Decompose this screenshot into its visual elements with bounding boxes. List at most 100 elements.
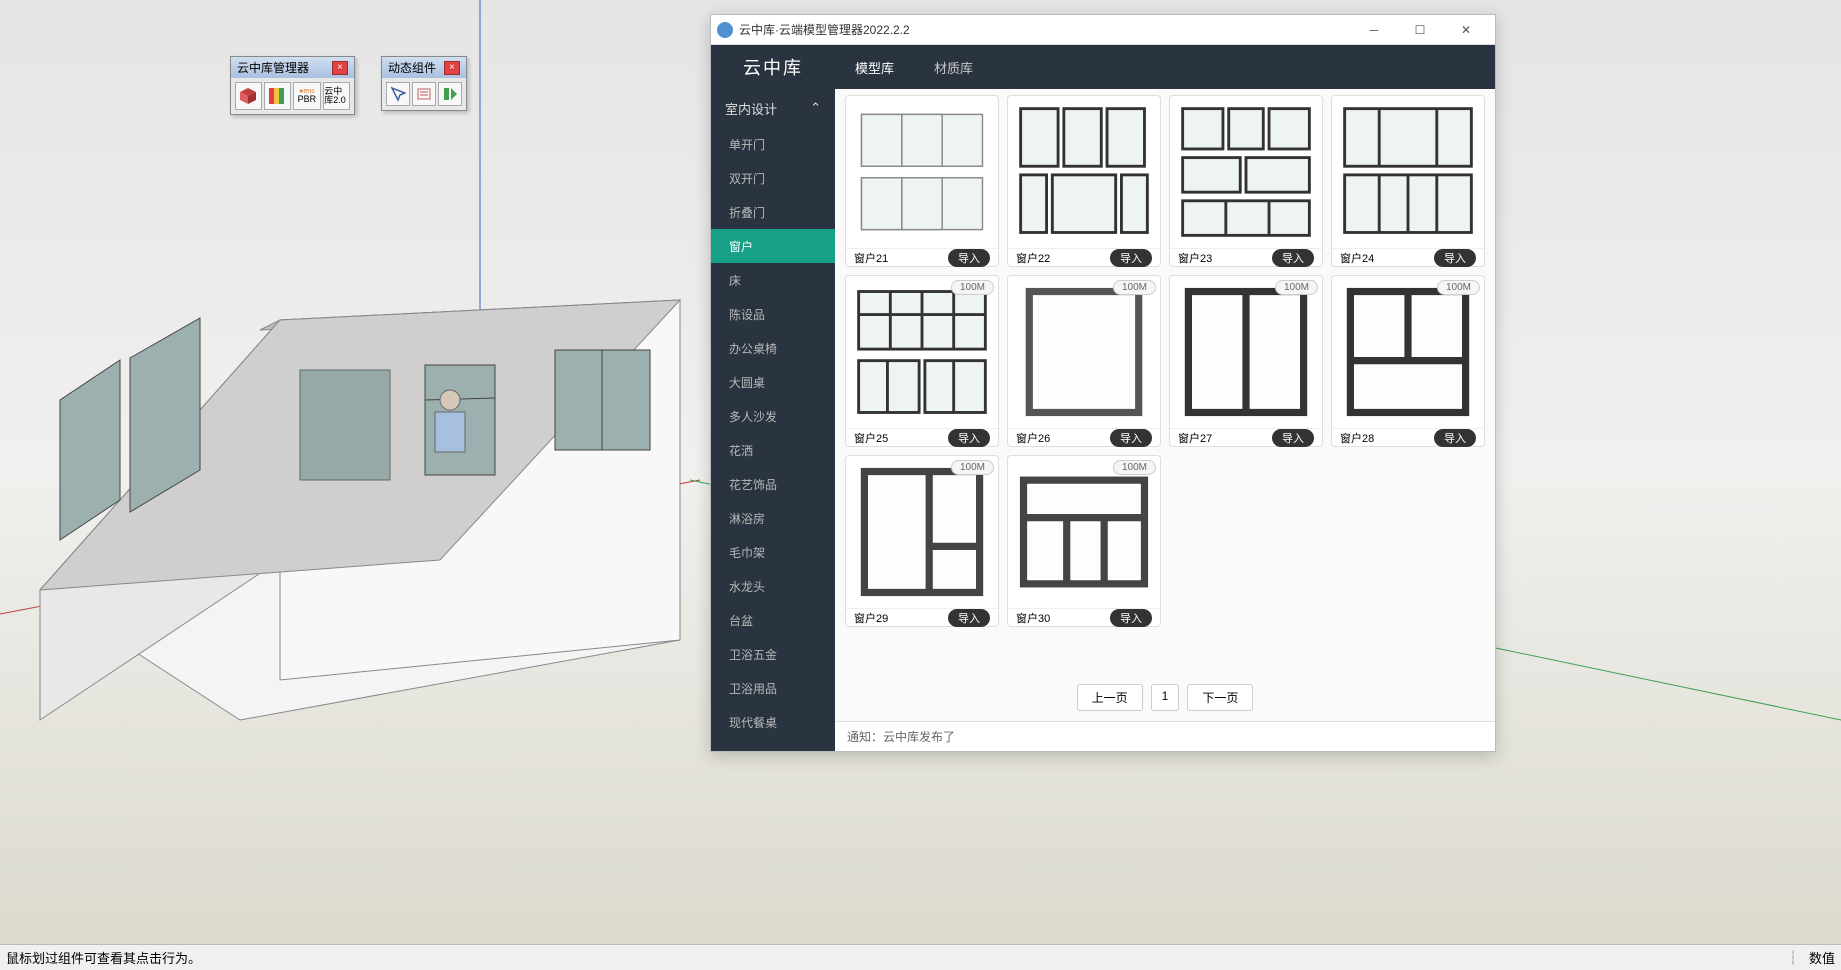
import-button[interactable]: 导入 — [1110, 429, 1152, 447]
toolbar-yzk-button[interactable]: 云中库2.0 — [323, 82, 350, 110]
model-name: 窗户25 — [854, 430, 888, 446]
status-prefix: 通知： — [847, 728, 883, 745]
model-card[interactable]: 100M 窗户29 导入 — [845, 455, 999, 627]
statusbar-divider: ┆ — [1789, 950, 1797, 966]
tab-models[interactable]: 模型库 — [835, 45, 914, 89]
toolbar-titlebar[interactable]: 动态组件 × — [382, 57, 466, 78]
next-page-button[interactable]: 下一页 — [1187, 684, 1253, 711]
model-thumbnail: 100M — [1170, 276, 1322, 428]
sidebar-item[interactable]: 淋浴房 — [711, 501, 835, 535]
import-button[interactable]: 导入 — [1110, 249, 1152, 267]
sidebar-item[interactable]: 多人沙发 — [711, 399, 835, 433]
model-name: 窗户29 — [854, 610, 888, 626]
sidebar-item[interactable]: 毛巾架 — [711, 535, 835, 569]
model-card[interactable]: 窗户23 导入 — [1169, 95, 1323, 267]
cloud-statusbar: 通知： 云中库发布了 — [835, 721, 1495, 751]
sidebar-item[interactable]: 办公桌椅 — [711, 331, 835, 365]
model-card[interactable]: 100M 窗户28 导入 — [1331, 275, 1485, 447]
model-size-badge: 100M — [951, 280, 994, 295]
toolbar-dynamic-component[interactable]: 动态组件 × — [381, 56, 467, 111]
import-button[interactable]: 导入 — [948, 429, 990, 447]
model-footer: 窗户29 导入 — [846, 608, 998, 627]
model-name: 窗户21 — [854, 250, 888, 266]
model-card[interactable]: 窗户24 导入 — [1331, 95, 1485, 267]
close-icon[interactable]: × — [444, 61, 460, 75]
sidebar-item[interactable]: 小便池 — [711, 739, 835, 751]
interact-icon[interactable] — [386, 82, 410, 106]
pagination: 上一页 1 下一页 — [835, 674, 1495, 721]
cloud-header: 云中库 模型库 材质库 — [711, 45, 1495, 89]
model-size-badge: 100M — [1275, 280, 1318, 295]
model-thumbnail: 100M — [1008, 276, 1160, 428]
model-footer: 窗户25 导入 — [846, 428, 998, 447]
model-size-badge: 100M — [951, 460, 994, 475]
dialog-titlebar[interactable]: 云中库·云端模型管理器2022.2.2 ─ ☐ ✕ — [711, 15, 1495, 45]
sidebar-item[interactable]: 现代餐桌 — [711, 705, 835, 739]
app-statusbar: 鼠标划过组件可查看其点击行为。 ┆ 数值 — [0, 944, 1841, 970]
model-footer: 窗户21 导入 — [846, 248, 998, 267]
model-size-badge: 100M — [1113, 460, 1156, 475]
import-button[interactable]: 导入 — [948, 609, 990, 627]
chevron-up-icon: ⌃ — [810, 100, 821, 116]
model-footer: 窗户24 导入 — [1332, 248, 1484, 267]
import-button[interactable]: 导入 — [1434, 429, 1476, 447]
toolbar-pbr-button[interactable]: ●ens PBR — [293, 82, 322, 110]
sidebar-item[interactable]: 大圆桌 — [711, 365, 835, 399]
minimize-button[interactable]: ─ — [1351, 16, 1397, 44]
maximize-button[interactable]: ☐ — [1397, 16, 1443, 44]
model-footer: 窗户27 导入 — [1170, 428, 1322, 447]
sidebar-item[interactable]: 卫浴五金 — [711, 637, 835, 671]
model-footer: 窗户22 导入 — [1008, 248, 1160, 267]
import-button[interactable]: 导入 — [1272, 429, 1314, 447]
model-thumbnail — [846, 96, 998, 248]
sidebar-item[interactable]: 花艺饰品 — [711, 467, 835, 501]
import-button[interactable]: 导入 — [948, 249, 990, 267]
import-button[interactable]: 导入 — [1110, 609, 1152, 627]
import-button[interactable]: 导入 — [1434, 249, 1476, 267]
cloud-content: 窗户21 导入 窗户22 导入 窗户23 导入 窗户24 导入 100M 窗户2… — [835, 89, 1495, 751]
close-button[interactable]: ✕ — [1443, 16, 1489, 44]
status-text: 云中库发布了 — [883, 728, 955, 745]
toolbar-rainbow-icon[interactable] — [264, 82, 291, 110]
sidebar-item[interactable]: 台盆 — [711, 603, 835, 637]
toolbar-cloud-library-manager[interactable]: 云中库管理器 × ●ens PBR 云中库2.0 — [230, 56, 355, 115]
sidebar-item[interactable]: 花洒 — [711, 433, 835, 467]
sidebar-item[interactable]: 窗户 — [711, 229, 835, 263]
sidebar-item[interactable]: 陈设品 — [711, 297, 835, 331]
sidebar-item[interactable]: 卫浴用品 — [711, 671, 835, 705]
sidebar-category-header[interactable]: 室内设计 ⌃ — [711, 89, 835, 127]
model-card[interactable]: 100M 窗户25 导入 — [845, 275, 999, 447]
play-icon[interactable] — [438, 82, 462, 106]
model-card[interactable]: 窗户22 导入 — [1007, 95, 1161, 267]
model-grid: 窗户21 导入 窗户22 导入 窗户23 导入 窗户24 导入 100M 窗户2… — [835, 89, 1495, 674]
model-name: 窗户30 — [1016, 610, 1050, 626]
prev-page-button[interactable]: 上一页 — [1077, 684, 1143, 711]
tab-materials[interactable]: 材质库 — [914, 45, 993, 89]
cloud-logo: 云中库 — [711, 54, 835, 80]
model-card[interactable]: 100M 窗户26 导入 — [1007, 275, 1161, 447]
close-icon[interactable]: × — [332, 61, 348, 75]
model-thumbnail: 100M — [846, 276, 998, 428]
app-icon — [717, 22, 733, 38]
import-button[interactable]: 导入 — [1272, 249, 1314, 267]
model-card[interactable]: 100M 窗户27 导入 — [1169, 275, 1323, 447]
sidebar-item[interactable]: 单开门 — [711, 127, 835, 161]
model-footer: 窗户28 导入 — [1332, 428, 1484, 447]
options-icon[interactable] — [412, 82, 436, 106]
toolbar-titlebar[interactable]: 云中库管理器 × — [231, 57, 354, 78]
toolbar-body: ●ens PBR 云中库2.0 — [231, 78, 354, 114]
toolbar-cube-icon[interactable] — [235, 82, 262, 110]
model-size-badge: 100M — [1113, 280, 1156, 295]
sidebar-item[interactable]: 双开门 — [711, 161, 835, 195]
sidebar-item[interactable]: 床 — [711, 263, 835, 297]
model-card[interactable]: 窗户21 导入 — [845, 95, 999, 267]
sidebar-item[interactable]: 水龙头 — [711, 569, 835, 603]
model-name: 窗户28 — [1340, 430, 1374, 446]
model-name: 窗户23 — [1178, 250, 1212, 266]
model-card[interactable]: 100M 窗户30 导入 — [1007, 455, 1161, 627]
sidebar-item[interactable]: 折叠门 — [711, 195, 835, 229]
model-thumbnail — [1170, 96, 1322, 248]
toolbar-body — [382, 78, 466, 110]
dialog-title: 云中库·云端模型管理器2022.2.2 — [739, 21, 910, 38]
model-thumbnail: 100M — [1008, 456, 1160, 608]
